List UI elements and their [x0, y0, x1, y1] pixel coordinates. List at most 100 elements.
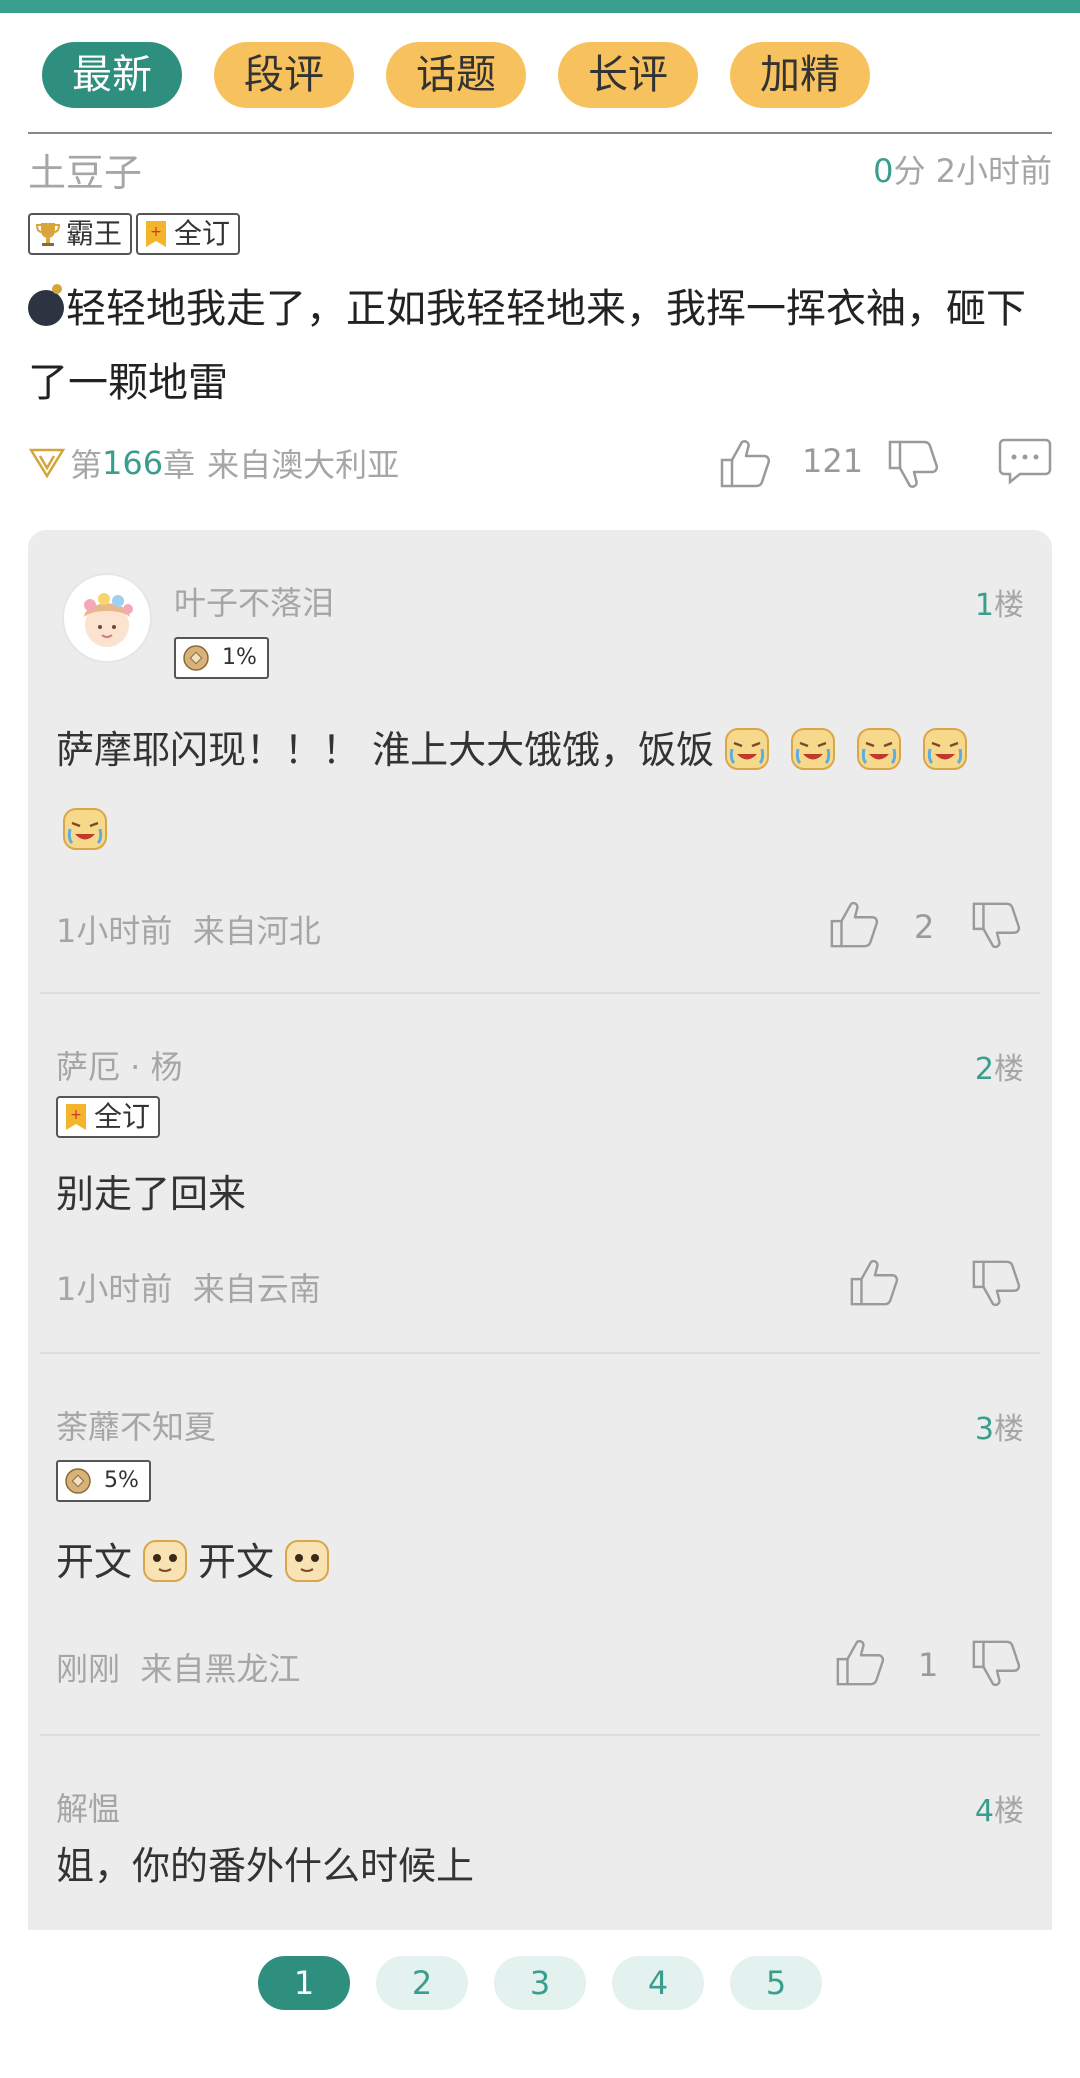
thumbs-up-icon[interactable] [848, 1256, 900, 1308]
reply-meta: 1小时前 来自河北 [56, 906, 321, 952]
reply-text: 开文 开文 [56, 1522, 1016, 1602]
post-chapter-row: 第 166 章 来自澳大利亚 [28, 440, 399, 486]
crying-laugh-emoji [923, 728, 968, 770]
reply-location: 来自云南 [192, 1270, 321, 1308]
reply-like-count: 2 [914, 908, 935, 946]
svg-text:+: + [70, 1107, 82, 1123]
bookmark-icon: + [66, 1104, 86, 1130]
thumbs-up-icon[interactable] [828, 898, 880, 950]
floor-number: 3 [974, 1412, 994, 1447]
reply-floor: 1楼 [975, 580, 1024, 624]
score-unit: 分 [893, 152, 926, 190]
reply-text-part: 开文 [56, 1540, 133, 1584]
chapter-prefix: 第 [70, 446, 103, 484]
badge-full-subscribe: + 全订 [56, 1096, 161, 1138]
post-time: 2小时前 [935, 152, 1052, 190]
avatar[interactable] [62, 573, 152, 663]
page-button-1[interactable]: 1 [258, 1956, 350, 2010]
reply-location: 来自河北 [192, 912, 321, 950]
reply-author[interactable]: 叶子不落泪 [174, 578, 334, 624]
post-location: 来自澳大利亚 [207, 446, 400, 484]
floor-unit: 楼 [994, 588, 1024, 623]
tab-featured[interactable]: 加精 [730, 42, 870, 108]
smile-face-emoji [285, 1540, 330, 1582]
thumbs-down-icon[interactable] [970, 900, 1022, 952]
floor-unit: 楼 [994, 1052, 1024, 1087]
reply-location: 来自黑龙江 [140, 1650, 301, 1688]
thumbs-up-icon[interactable] [834, 1636, 886, 1688]
post-content: 轻轻地我走了，正如我轻轻地来，我挥一挥衣袖，砸下了一颗地雷 [28, 272, 1052, 420]
crying-laugh-emoji [857, 728, 902, 770]
tab-long-reviews[interactable]: 长评 [558, 42, 698, 108]
thumbs-down-icon[interactable] [970, 1638, 1022, 1690]
post-like-count: 121 [802, 442, 864, 480]
coin-level-badge: 5% [56, 1460, 151, 1502]
reply-text: 萨摩耶闪现！！！ 淮上大大饿饿，饭饭 [56, 710, 1016, 870]
reply-author[interactable]: 荼蘼不知夏 [56, 1402, 216, 1448]
trophy-icon [35, 223, 61, 246]
reply-time: 刚刚 [56, 1650, 121, 1688]
badge-bawang-label: 霸王 [66, 217, 123, 250]
thumbs-down-icon[interactable] [970, 1258, 1022, 1310]
reply-item: 萨厄 · 杨 2楼 + 全订 别走了回来 1小时前 来自云南 [28, 994, 1052, 1354]
reply-item: 荼蘼不知夏 3楼 5% 开文 开文 刚刚 来自黑龙江 1 [28, 1354, 1052, 1736]
tab-paragraph-comments[interactable]: 段评 [214, 42, 354, 108]
reply-author[interactable]: 解愠 [56, 1784, 120, 1830]
reply-text-part: 开文 [198, 1540, 275, 1584]
replies-panel: 叶子不落泪 1楼 1% 萨摩耶闪现！！！ 淮上大大饿饿，饭饭 1小时前 来自河北… [28, 530, 1052, 2078]
post-text: 轻轻地我走了，正如我轻轻地来，我挥一挥衣袖，砸下了一颗地雷 [28, 286, 1026, 406]
diamond-vip-icon [28, 448, 66, 479]
smile-face-emoji [143, 1540, 188, 1582]
bookmark-icon: + [146, 221, 166, 247]
floor-number: 4 [974, 1794, 994, 1829]
coin-icon [183, 645, 209, 671]
coin-level-badge: 1% [174, 637, 269, 679]
reply-author[interactable]: 萨厄 · 杨 [56, 1042, 183, 1088]
page-button-4[interactable]: 4 [612, 1956, 704, 2010]
chapter-suffix: 章 [163, 446, 196, 484]
coin-level-value: 1% [222, 645, 257, 670]
chapter-number[interactable]: 166 [102, 444, 163, 482]
badge-full-subscribe-label: 全订 [94, 1100, 151, 1133]
floor-number: 1 [974, 588, 994, 623]
reply-meta: 刚刚 来自黑龙江 [56, 1644, 300, 1690]
reply-text: 别走了回来 [56, 1172, 247, 1216]
crying-laugh-emoji [725, 728, 770, 770]
tab-topics[interactable]: 话题 [386, 42, 526, 108]
coin-icon [65, 1468, 91, 1494]
floor-unit: 楼 [994, 1794, 1024, 1829]
thumbs-down-icon[interactable] [886, 438, 940, 492]
thumbs-up-icon[interactable] [718, 436, 772, 490]
reply-like-count: 1 [918, 1646, 939, 1684]
tabs-divider [28, 132, 1052, 134]
reply-floor: 2楼 [975, 1044, 1024, 1088]
pagination: 1 2 3 4 5 [0, 1930, 1080, 2078]
reply-text-content: 萨摩耶闪现！！！ 淮上大大饿饿，饭饭 [56, 728, 715, 772]
post-meta: 0分 2小时前 [873, 146, 1052, 192]
reply-time: 1小时前 [56, 912, 173, 950]
avatar-illustration [84, 593, 133, 647]
badge-bawang: 霸王 [28, 213, 133, 255]
filter-tabs: 最新 段评 话题 长评 加精 [0, 42, 1080, 108]
floor-unit: 楼 [994, 1412, 1024, 1447]
reply-text: 姐，你的番外什么时候上 [56, 1844, 475, 1888]
post-score: 0 [873, 152, 894, 190]
floor-number: 2 [974, 1052, 994, 1087]
badge-full-subscribe-label: 全订 [174, 217, 231, 250]
comment-icon[interactable] [998, 436, 1052, 486]
page-button-5[interactable]: 5 [730, 1956, 822, 2010]
bomb-icon [28, 284, 64, 326]
svg-text:+: + [150, 224, 162, 240]
reply-item: 叶子不落泪 1楼 1% 萨摩耶闪现！！！ 淮上大大饿饿，饭饭 1小时前 来自河北… [28, 530, 1052, 994]
reply-floor: 4楼 [975, 1786, 1024, 1830]
top-accent-bar [0, 0, 1080, 13]
crying-laugh-emoji [791, 728, 836, 770]
reply-floor: 3楼 [975, 1404, 1024, 1448]
page-button-3[interactable]: 3 [494, 1956, 586, 2010]
tab-latest[interactable]: 最新 [42, 42, 182, 108]
badge-full-subscribe: + 全订 [136, 213, 241, 255]
coin-level-value: 5% [104, 1468, 139, 1493]
crying-laugh-emoji [63, 808, 107, 850]
post-author[interactable]: 土豆子 [28, 142, 142, 197]
page-button-2[interactable]: 2 [376, 1956, 468, 2010]
